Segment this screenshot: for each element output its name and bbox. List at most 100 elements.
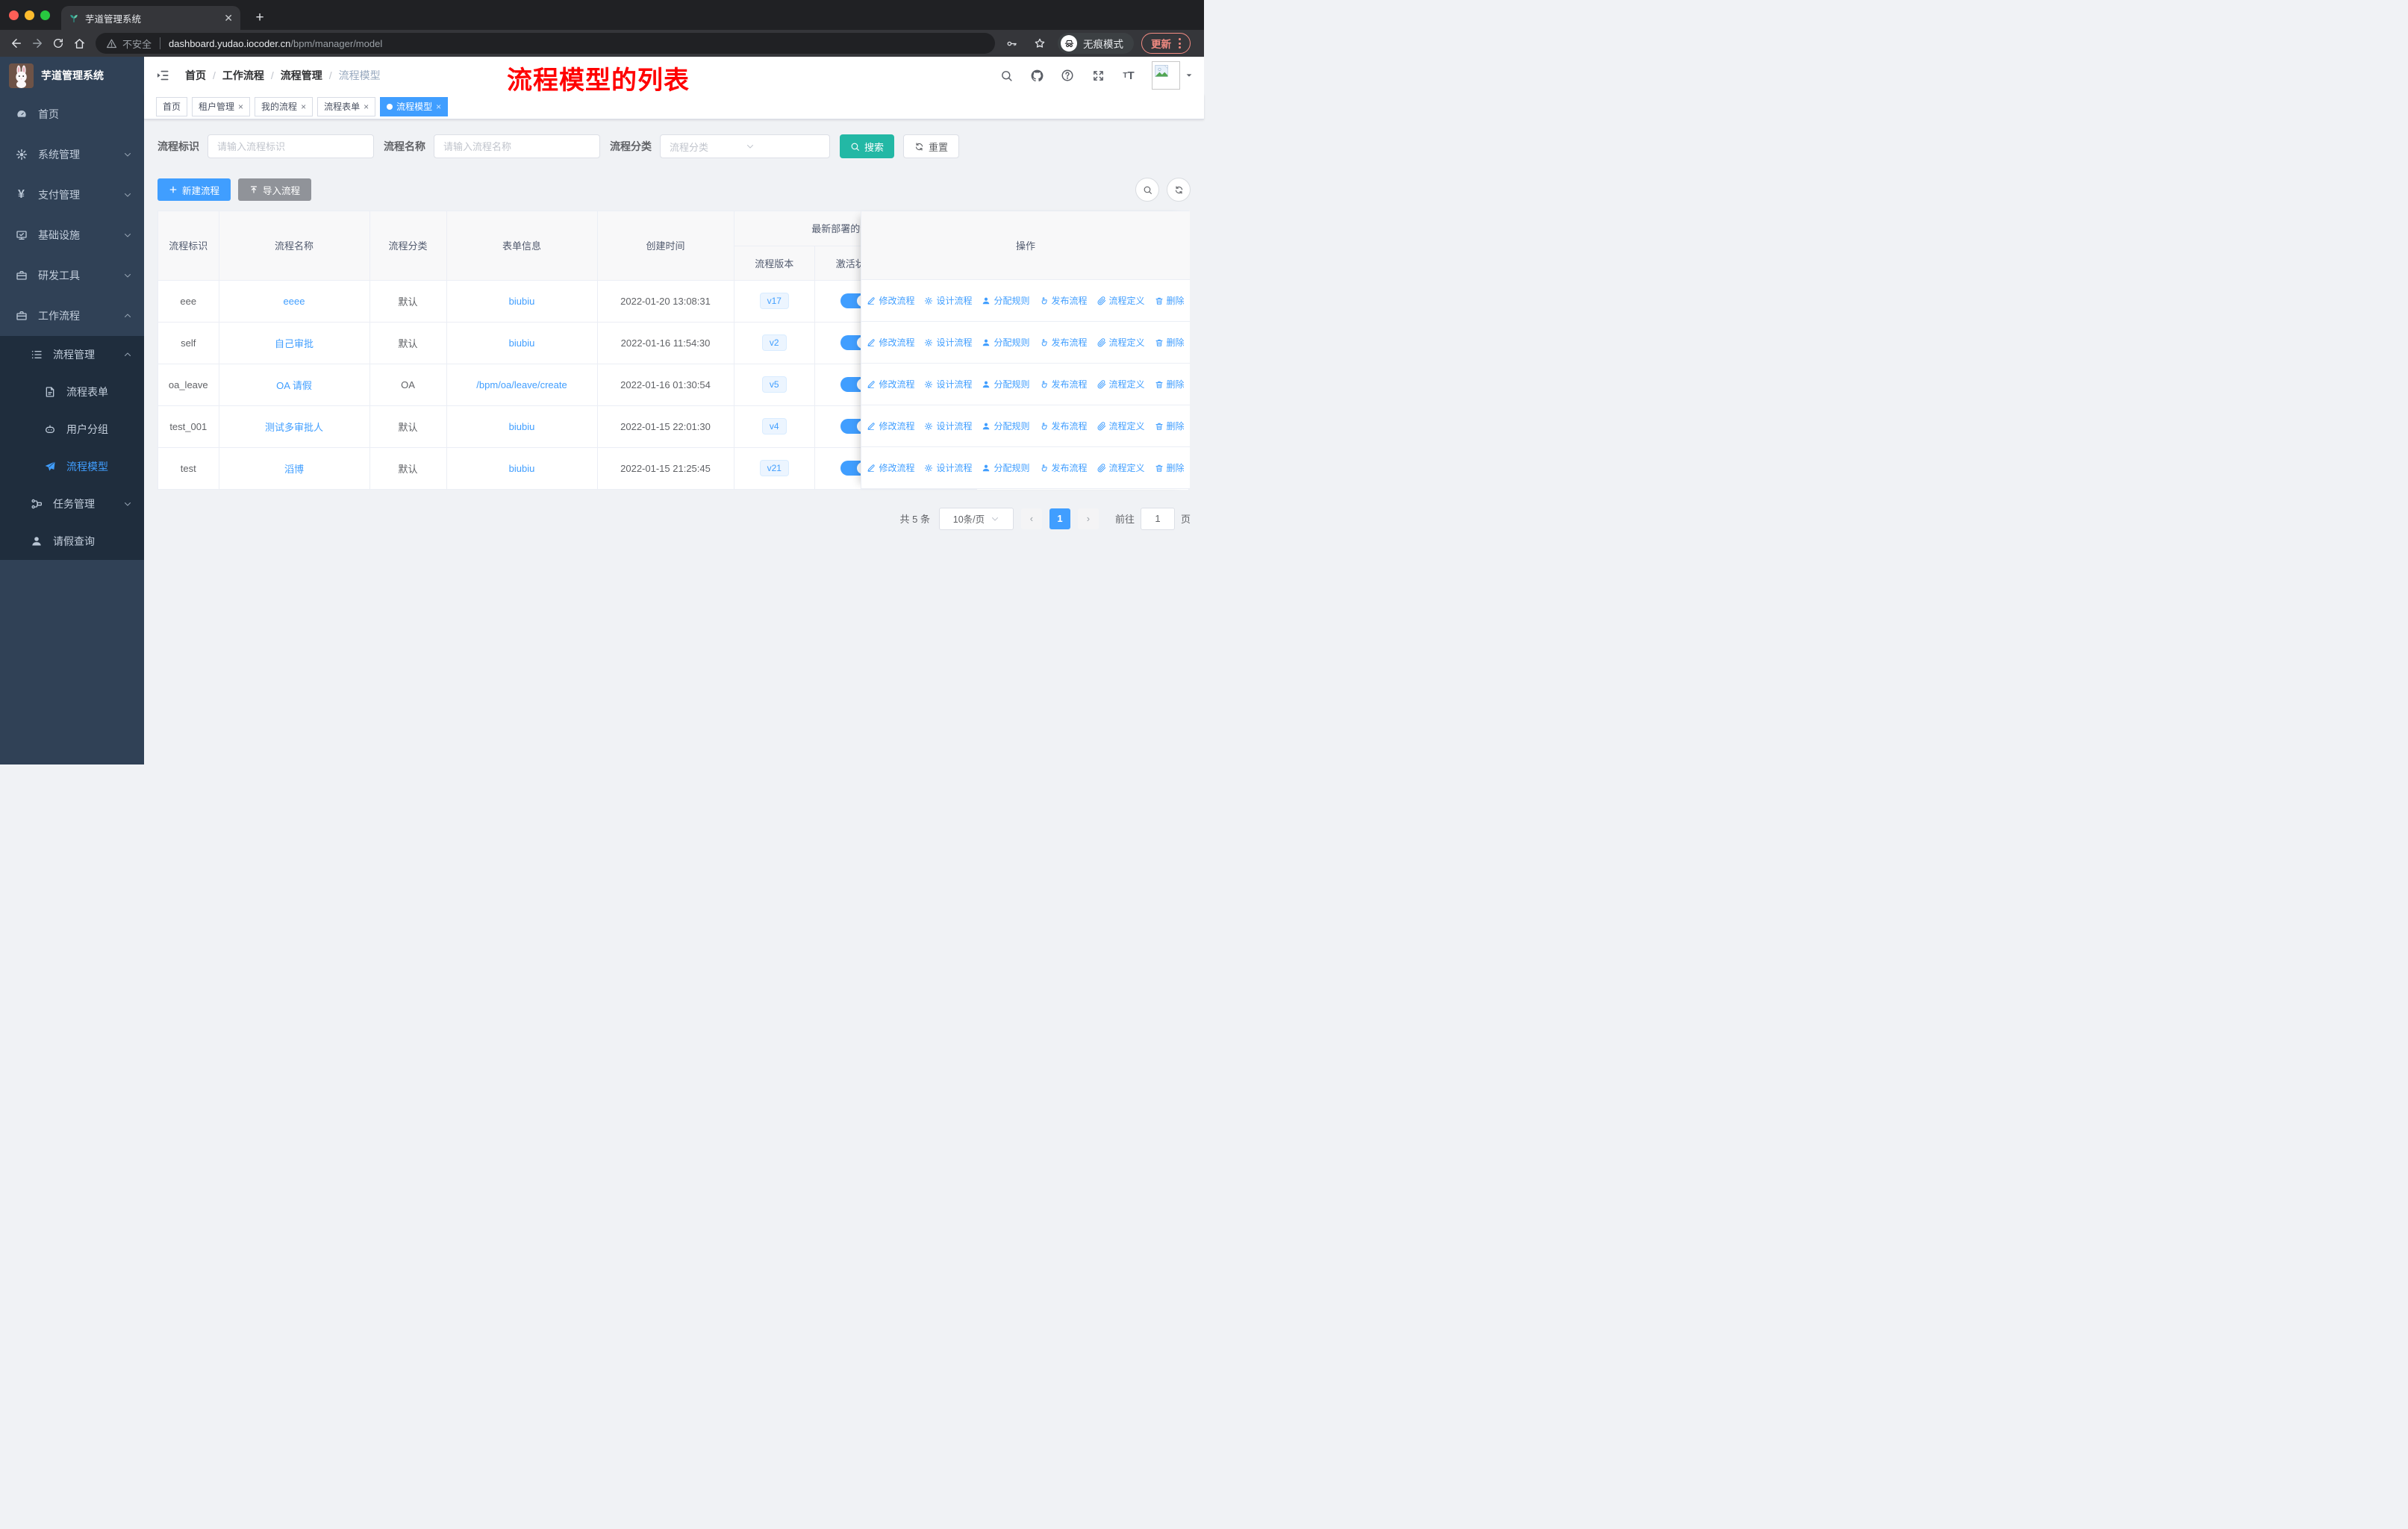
sidebar-item-yen[interactable]: ¥ 支付管理 [0,175,144,215]
minimize-window-button[interactable] [25,10,34,20]
action-publish-link[interactable]: 发布流程 [1040,336,1088,349]
action-assign-link[interactable]: 分配规则 [982,336,1030,349]
tag-active[interactable]: 流程模型 × [380,96,449,116]
next-page-button[interactable]: › [1077,508,1099,529]
action-assign-link[interactable]: 分配规则 [982,378,1030,390]
action-definition-link[interactable]: 流程定义 [1097,294,1145,307]
action-publish-link[interactable]: 发布流程 [1040,461,1088,474]
action-edit-link[interactable]: 修改流程 [867,378,914,390]
action-definition-link[interactable]: 流程定义 [1097,420,1145,432]
zoom-window-button[interactable] [40,10,50,20]
sidebar-item-listdots[interactable]: 流程管理 [0,336,144,373]
back-icon[interactable] [6,33,27,54]
tab-close-icon[interactable]: ✕ [224,13,233,23]
home-icon[interactable] [69,33,90,54]
sidebar-item-person[interactable]: 请假查询 [0,523,144,560]
action-edit-link[interactable]: 修改流程 [867,461,914,474]
form-info-link[interactable]: biubiu [509,296,535,307]
action-publish-link[interactable]: 发布流程 [1040,420,1088,432]
browser-tab[interactable]: 芋道管理系统 ✕ [61,6,240,30]
action-trash-link[interactable]: 删除 [1155,336,1185,349]
security-label[interactable]: 不安全 [122,37,152,51]
action-edit-link[interactable]: 修改流程 [867,420,914,432]
refresh-table-button[interactable] [1167,178,1191,202]
breadcrumb-item[interactable]: 流程管理 [281,68,322,83]
user-avatar-menu[interactable] [1152,61,1193,90]
help-icon[interactable] [1060,68,1075,83]
action-edit-link[interactable]: 修改流程 [867,336,914,349]
form-info-link[interactable]: biubiu [509,463,535,474]
toggle-search-button[interactable] [1135,178,1159,202]
action-definition-link[interactable]: 流程定义 [1097,336,1145,349]
sidebar-item-toolbox[interactable]: 工作流程 [0,296,144,336]
action-design-link[interactable]: 设计流程 [924,420,972,432]
action-assign-link[interactable]: 分配规则 [982,294,1030,307]
sidebar-item-robot[interactable]: 用户分组 [0,411,144,448]
fullscreen-icon[interactable] [1091,68,1105,83]
menu-dots-icon[interactable] [1179,38,1181,49]
page-size-select[interactable]: 10条/页 [938,507,1014,530]
bookmark-star-icon[interactable] [1029,33,1050,54]
sidebar-item-dashboard[interactable]: 首页 [0,94,144,134]
form-info-link[interactable]: biubiu [509,421,535,432]
action-trash-link[interactable]: 删除 [1155,378,1185,390]
process-name-link[interactable]: 自己审批 [275,338,314,349]
tag-item[interactable]: 我的流程 × [255,96,314,116]
search-icon[interactable] [999,68,1014,83]
breadcrumb-item[interactable]: 工作流程 [222,68,264,83]
search-button[interactable]: 搜索 [840,134,895,158]
process-name-link[interactable]: 滔博 [284,464,304,475]
reset-button[interactable]: 重置 [903,134,960,158]
tag-item[interactable]: 流程表单 × [317,96,376,116]
url-text[interactable]: dashboard.yudao.iocoder.cn/bpm/manager/m… [169,38,382,49]
address-bar[interactable]: 不安全 dashboard.yudao.iocoder.cn/bpm/manag… [96,33,995,54]
action-assign-link[interactable]: 分配规则 [982,461,1030,474]
action-definition-link[interactable]: 流程定义 [1097,461,1145,474]
github-icon[interactable] [1029,68,1044,83]
tag-item[interactable]: 首页 [156,96,188,116]
page-1-button[interactable]: 1 [1049,508,1070,529]
sidebar-fold-icon[interactable] [155,66,175,85]
action-design-link[interactable]: 设计流程 [924,294,972,307]
tag-close-icon[interactable]: × [301,102,306,111]
app-logo[interactable]: 芋道管理系统 [0,57,144,94]
action-assign-link[interactable]: 分配规则 [982,420,1030,432]
form-info-link[interactable]: /bpm/oa/leave/create [476,379,567,390]
font-size-icon[interactable]: TT [1121,68,1136,83]
action-trash-link[interactable]: 删除 [1155,461,1185,474]
tag-close-icon[interactable]: × [436,102,441,111]
action-definition-link[interactable]: 流程定义 [1097,378,1145,390]
sidebar-item-form[interactable]: 流程表单 [0,373,144,411]
close-window-button[interactable] [9,10,19,20]
action-trash-link[interactable]: 删除 [1155,294,1185,307]
action-publish-link[interactable]: 发布流程 [1040,294,1088,307]
avatar[interactable] [1152,61,1180,90]
form-info-link[interactable]: biubiu [509,337,535,349]
action-edit-link[interactable]: 修改流程 [867,294,914,307]
goto-page-input[interactable] [1140,507,1175,530]
key-icon[interactable] [1001,33,1022,54]
process-name-input[interactable] [434,134,600,158]
sidebar-item-flow[interactable]: 任务管理 [0,485,144,523]
sidebar-item-gear[interactable]: 系统管理 [0,134,144,175]
process-name-link[interactable]: OA 请假 [276,380,312,391]
action-design-link[interactable]: 设计流程 [924,461,972,474]
create-process-button[interactable]: 新建流程 [157,178,231,201]
tag-item[interactable]: 租户管理 × [192,96,251,116]
action-trash-link[interactable]: 删除 [1155,420,1185,432]
action-design-link[interactable]: 设计流程 [924,378,972,390]
sidebar-item-toolbox[interactable]: 研发工具 [0,255,144,296]
reload-icon[interactable] [48,33,69,54]
forward-icon[interactable] [27,33,48,54]
process-name-link[interactable]: 测试多审批人 [265,422,323,433]
action-design-link[interactable]: 设计流程 [924,336,972,349]
prev-page-button[interactable]: ‹ [1020,508,1042,529]
new-tab-button[interactable]: + [251,9,269,27]
breadcrumb-item[interactable]: 首页 [185,68,206,83]
tag-close-icon[interactable]: × [364,102,369,111]
sidebar-item-plane[interactable]: 流程模型 [0,448,144,485]
process-name-link[interactable]: eeee [284,296,305,307]
process-id-input[interactable] [208,134,374,158]
sidebar-item-monitor[interactable]: 基础设施 [0,215,144,255]
action-publish-link[interactable]: 发布流程 [1040,378,1088,390]
